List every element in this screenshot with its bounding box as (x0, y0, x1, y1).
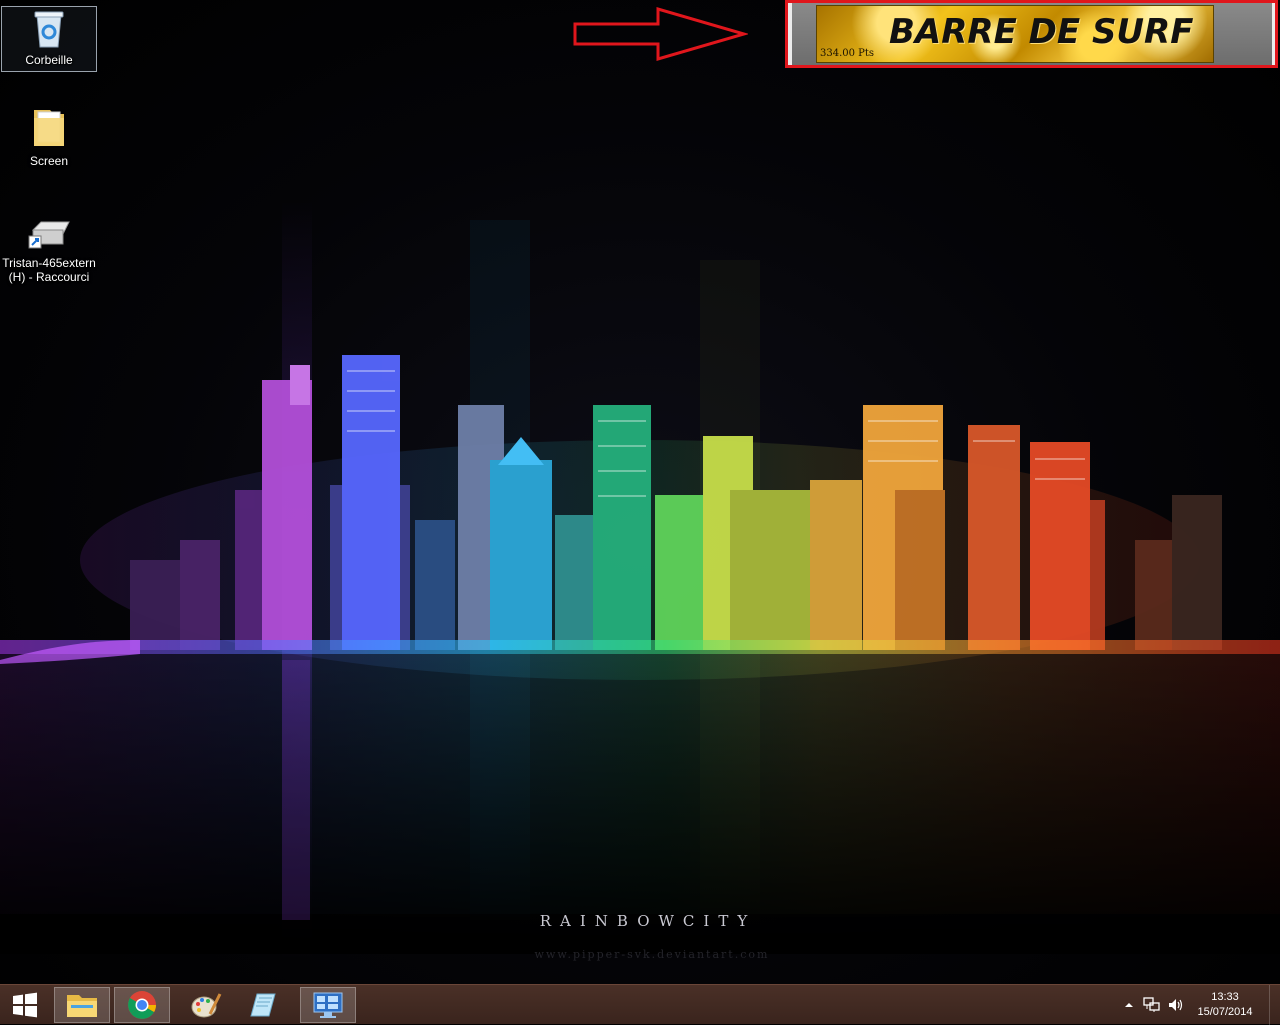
taskbar-clock[interactable]: 13:33 15/07/2014 (1188, 990, 1262, 1020)
desktop-icon-label-line1: Tristan-465extern (2, 256, 96, 270)
wallpaper-credit: www.pipper-svk.deviantart.com (534, 948, 770, 961)
remote-desktop-icon (313, 992, 343, 1018)
network-icon (1143, 997, 1160, 1012)
start-button[interactable] (0, 985, 50, 1025)
surf-bar-highlight: BARRE DE SURF 334.00 Pts (785, 0, 1278, 68)
notepad-icon (250, 993, 276, 1017)
desktop-icon-label: Corbeille (25, 53, 73, 67)
folder-icon (34, 110, 64, 146)
desktop-wallpaper: RAINBOWCITY www.pipper-svk.deviantart.co… (0, 0, 1280, 984)
wallpaper-title: RAINBOWCITY (539, 912, 757, 930)
taskbar-file-explorer[interactable] (54, 987, 110, 1023)
show-hidden-icons-icon (1125, 1003, 1133, 1007)
clock-time: 13:33 (1211, 991, 1239, 1003)
taskbar-chrome[interactable] (114, 987, 170, 1023)
show-desktop-button[interactable] (1269, 985, 1280, 1025)
taskbar-paint[interactable] (178, 987, 234, 1023)
paint-icon (191, 993, 222, 1018)
network-tray-button[interactable] (1142, 985, 1162, 1025)
taskbar: 13:33 15/07/2014 (0, 984, 1280, 1025)
show-hidden-icons-button[interactable] (1122, 985, 1136, 1025)
recycle-bin-icon (34, 11, 64, 48)
desktop-icon-label-line2: (H) - Raccourci (8, 270, 90, 284)
volume-tray-button[interactable] (1166, 985, 1186, 1025)
desktop-icon-screen-folder[interactable]: Screen (1, 104, 97, 170)
file-explorer-icon (67, 995, 97, 1017)
surf-bar-title: BARRE DE SURF (889, 12, 1194, 52)
surf-bar-points: 334.00 Pts (820, 48, 875, 59)
surf-bar[interactable]: BARRE DE SURF 334.00 Pts (792, 3, 1272, 65)
city-skyline-image (0, 200, 1280, 960)
annotation-arrow (573, 7, 748, 61)
volume-icon (1169, 999, 1183, 1011)
external-drive-shortcut-icon (28, 221, 70, 249)
clock-date: 15/07/2014 (1197, 1006, 1253, 1018)
desktop-icon-recycle-bin[interactable]: Corbeille (1, 6, 97, 72)
desktop-icon-external-drive-shortcut[interactable]: Tristan-465extern (H) - Raccourci (1, 218, 97, 286)
chrome-icon (128, 991, 156, 1019)
taskbar-notepad[interactable] (236, 987, 292, 1023)
windows-logo-icon (13, 992, 37, 1018)
surf-bar-banner[interactable]: BARRE DE SURF 334.00 Pts (816, 5, 1214, 63)
taskbar-remote-desktop[interactable] (300, 987, 356, 1023)
desktop-icon-label: Screen (29, 154, 69, 168)
system-tray: 13:33 15/07/2014 (1120, 985, 1280, 1025)
